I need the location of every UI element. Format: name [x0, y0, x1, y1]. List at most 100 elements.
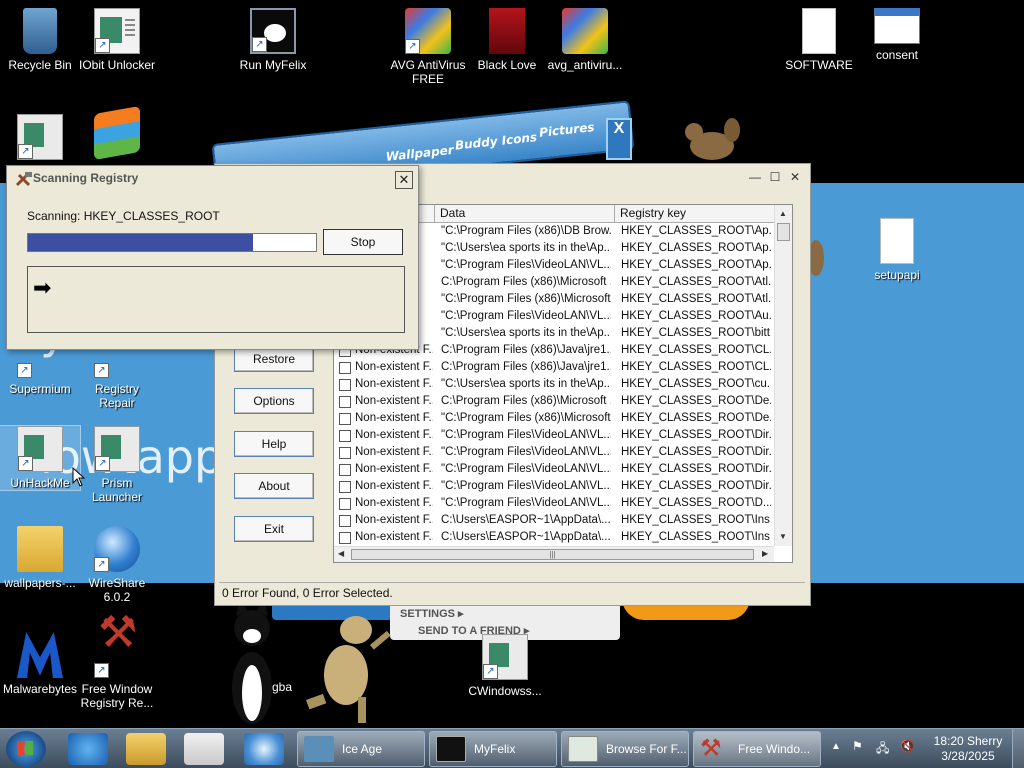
scroll-right-icon[interactable]: ▶: [762, 549, 768, 558]
dialog-close-button[interactable]: ✕: [395, 171, 413, 189]
table-row[interactable]: Non-existent F... "C:\Program Files (x86)…: [334, 410, 774, 427]
task-myfelix[interactable]: MyFelix: [429, 731, 557, 767]
cell-registry-key: HKEY_CLASSES_ROOT\CL...: [621, 361, 771, 373]
scroll-left-icon[interactable]: ◀: [338, 549, 344, 558]
task-ice-age[interactable]: Ice Age: [297, 731, 425, 767]
task-free-window-registry[interactable]: ⚒ Free Windo...: [693, 731, 821, 767]
table-row[interactable]: Non-existent F... "C:\Program Files\Video…: [334, 478, 774, 495]
shortcut-arrow-icon: ↗: [95, 456, 110, 471]
table-row[interactable]: Non-existent F... "C:\Program Files\Video…: [334, 427, 774, 444]
exit-button[interactable]: Exit: [234, 516, 314, 542]
desktop-icon-avg-antivirus[interactable]: ↗ AVG AntiVirus FREE: [388, 8, 468, 86]
column-header-registry-key[interactable]: Registry key: [615, 205, 775, 223]
card-settings: SETTINGS ▸: [400, 608, 464, 620]
desktop-icon-label: setupapi: [874, 268, 920, 282]
options-button[interactable]: Options: [234, 388, 314, 414]
shortcut-arrow-icon: ↗: [18, 144, 33, 159]
desktop-icon-label: Registry Repair: [94, 382, 139, 410]
scanning-dialog: Scanning Registry ✕ Scanning: HKEY_CLASS…: [6, 165, 419, 350]
horizontal-scrollbar[interactable]: ◀ ||| ▶: [334, 546, 774, 562]
start-button[interactable]: [6, 731, 46, 767]
cell-registry-key: HKEY_CLASSES_ROOT\Dir...: [621, 480, 771, 492]
close-icon[interactable]: ✕: [786, 170, 804, 186]
row-checkbox[interactable]: [339, 362, 351, 374]
table-row[interactable]: Non-existent F... C:\Program Files (x86)\…: [334, 359, 774, 376]
desktop-icon-prism-launcher[interactable]: ↗ Prism Launcher: [77, 426, 157, 504]
desktop-icon-label: avg_antiviru...: [547, 58, 623, 72]
document-icon: [880, 218, 914, 264]
volume-muted-icon[interactable]: 🔇: [900, 739, 915, 753]
desktop-icon-wallpapers[interactable]: wallpapers-...: [0, 526, 80, 590]
ice-age-icon: [304, 736, 334, 762]
table-row[interactable]: Non-existent F... "C:\Users\ea sports its…: [334, 376, 774, 393]
cell-data: "C:\Program Files\VideoLAN\VL...: [441, 497, 611, 509]
cell-registry-key: HKEY_CLASSES_ROOT\Ap...: [621, 242, 771, 254]
row-checkbox[interactable]: [339, 464, 351, 476]
desktop-icon-gba[interactable]: gba: [262, 640, 302, 694]
hscroll-thumb[interactable]: |||: [351, 549, 754, 560]
column-header-data[interactable]: Data: [435, 205, 615, 223]
row-checkbox[interactable]: [339, 413, 351, 425]
show-desktop-button[interactable]: [1012, 729, 1024, 768]
browser-icon[interactable]: [244, 733, 284, 765]
desktop-icon-wireshare[interactable]: ↗ WireShare 6.0.2: [77, 526, 157, 604]
internet-explorer-icon[interactable]: [68, 733, 108, 765]
table-row[interactable]: Non-existent F... "C:\Program Files\Video…: [334, 495, 774, 512]
cell-type: Non-existent F...: [355, 429, 433, 441]
desktop-icon-run-myfelix[interactable]: ↗ Run MyFelix: [233, 8, 313, 72]
row-checkbox[interactable]: [339, 532, 351, 544]
desktop-icon-setupapi[interactable]: setupapi: [857, 218, 937, 282]
scroll-up-icon[interactable]: ▲: [779, 209, 787, 218]
cell-type: Non-existent F...: [355, 446, 433, 458]
desktop-icon-label: consent: [875, 48, 919, 62]
desktop-icon-label: Run MyFelix: [239, 58, 307, 72]
help-button[interactable]: Help: [234, 431, 314, 457]
cell-registry-key: HKEY_CLASSES_ROOT\Ap...: [621, 225, 771, 237]
tools-icon: ⚒: [700, 735, 722, 762]
row-checkbox[interactable]: [339, 498, 351, 510]
wireshare-icon: ↗: [94, 526, 140, 572]
scan-progress-bar: [27, 233, 317, 252]
file-explorer-icon[interactable]: [126, 733, 166, 765]
desktop-icon-malwarebytes[interactable]: Malwarebytes: [0, 632, 80, 696]
tray-expand-icon[interactable]: ▲: [831, 741, 841, 752]
desktop-icon-iobit-unlocker[interactable]: ↗ IObit Unlocker: [77, 8, 157, 72]
desktop-icon-avg-antiviru[interactable]: avg_antiviru...: [545, 8, 625, 72]
table-row[interactable]: Non-existent F... C:\Users\EASPOR~1\AppDa…: [334, 529, 774, 546]
row-checkbox[interactable]: [339, 515, 351, 527]
cell-data: "C:\Program Files\VideoLAN\VL...: [441, 429, 611, 441]
desktop-icon-free-window-registry[interactable]: ↗ Free Window Registry Re...: [77, 626, 157, 710]
row-checkbox[interactable]: [339, 430, 351, 442]
row-checkbox[interactable]: [339, 481, 351, 493]
flag-icon[interactable]: ⚑: [852, 739, 863, 753]
cell-registry-key: HKEY_CLASSES_ROOT\Atl...: [621, 293, 771, 305]
task-browse-for-folder[interactable]: Browse For F...: [561, 731, 689, 767]
desktop-icon-cwindows[interactable]: ↗ CWindowss...: [465, 634, 545, 698]
row-checkbox[interactable]: [339, 379, 351, 391]
table-row[interactable]: Non-existent F... C:\Users\EASPOR~1\AppDa…: [334, 512, 774, 529]
table-row[interactable]: Non-existent F... C:\Program Files (x86)\…: [334, 393, 774, 410]
desktop-icon-recycle-bin[interactable]: Recycle Bin: [0, 8, 80, 72]
cell-type: Non-existent F...: [355, 497, 433, 509]
table-row[interactable]: Non-existent F... "C:\Program Files\Video…: [334, 461, 774, 478]
desktop-icon-consent[interactable]: consent: [857, 8, 937, 62]
media-player-icon[interactable]: [184, 733, 224, 765]
desktop-icon-hidden-app[interactable]: ↗: [0, 114, 80, 164]
desktop-icon-software[interactable]: SOFTWARE: [779, 8, 859, 72]
cell-data: C:\Users\EASPOR~1\AppData\...: [441, 531, 611, 543]
taskbar-clock[interactable]: 18:20 Sherry 3/28/2025: [928, 734, 1008, 764]
maximize-icon[interactable]: ☐: [766, 170, 784, 186]
minimize-icon[interactable]: —: [746, 170, 764, 186]
desktop-icon-black-love[interactable]: Black Love: [467, 8, 547, 72]
row-checkbox[interactable]: [339, 447, 351, 459]
table-row[interactable]: Non-existent F... "C:\Program Files\Video…: [334, 444, 774, 461]
desktop-icon-unhackme[interactable]: ↗ UnHackMe: [0, 425, 81, 491]
stop-button[interactable]: Stop: [323, 229, 403, 255]
about-button[interactable]: About: [234, 473, 314, 499]
network-icon[interactable]: 🖧: [876, 739, 889, 760]
scroll-thumb[interactable]: [777, 223, 790, 241]
vertical-scrollbar[interactable]: ▲ ▼: [774, 205, 792, 546]
row-checkbox[interactable]: [339, 396, 351, 408]
desktop-icon-hidden-layers[interactable]: [77, 105, 157, 161]
scroll-down-icon[interactable]: ▼: [779, 532, 787, 541]
